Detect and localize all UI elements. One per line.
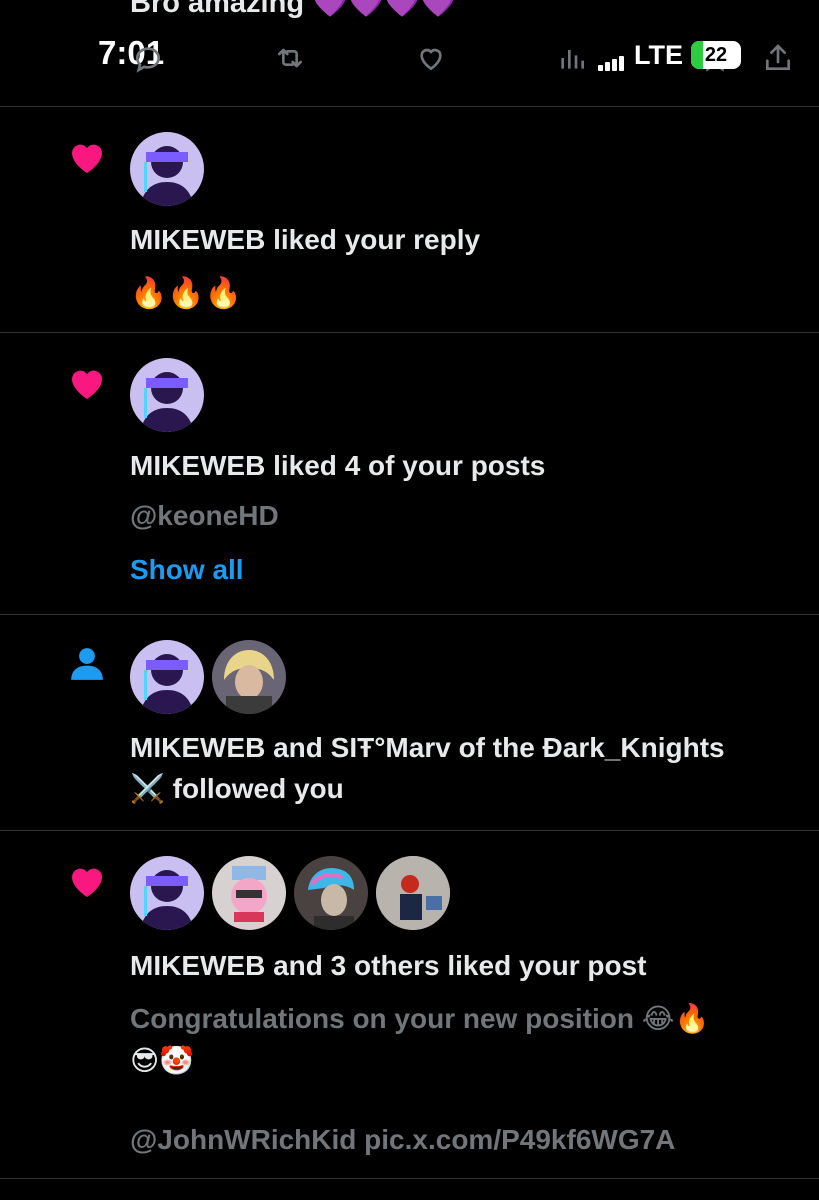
avatar[interactable] bbox=[376, 856, 450, 930]
signal-icon bbox=[598, 40, 626, 71]
status-indicators: LTE 22 bbox=[598, 38, 741, 72]
divider bbox=[0, 1178, 819, 1179]
avatar[interactable] bbox=[212, 640, 286, 714]
top-post-text: Bro amazing 💜💜💜💜 bbox=[130, 0, 457, 19]
network-label: LTE bbox=[634, 39, 683, 70]
avatar[interactable] bbox=[212, 856, 286, 930]
heart-icon bbox=[66, 138, 108, 183]
notification-headline: MIKEWEB and SIŦ°Marv of the Đark_Knights bbox=[130, 732, 725, 763]
views-icon[interactable] bbox=[556, 42, 588, 79]
notification-headline: MIKEWEB and 3 others liked your post bbox=[130, 950, 647, 981]
notification-headline-cont: ⚔️ followed you bbox=[130, 773, 344, 804]
notification-body-link[interactable]: @JohnWRichKid pic.x.com/P49kf6WG7A bbox=[130, 1124, 675, 1156]
reply-icon[interactable] bbox=[132, 42, 164, 79]
like-icon[interactable] bbox=[414, 42, 448, 79]
share-icon[interactable] bbox=[762, 42, 794, 79]
repost-icon[interactable] bbox=[272, 42, 308, 79]
heart-icon bbox=[66, 862, 108, 907]
notification-headline: MIKEWEB liked 4 of your posts bbox=[130, 450, 546, 481]
divider bbox=[0, 106, 819, 107]
divider bbox=[0, 614, 819, 615]
notification-body: 🔥🔥🔥 bbox=[130, 277, 243, 310]
notification-body-cont: 😎🤡 bbox=[130, 1045, 195, 1076]
notification-body: Congratulations on your new position 😂🔥 bbox=[130, 1003, 710, 1034]
show-all-link[interactable]: Show all bbox=[130, 554, 244, 586]
heart-icon bbox=[66, 364, 108, 409]
notification-handle: @keoneHD bbox=[130, 500, 279, 531]
avatar[interactable] bbox=[130, 358, 204, 432]
avatar[interactable] bbox=[130, 856, 204, 930]
avatar[interactable] bbox=[294, 856, 368, 930]
divider bbox=[0, 830, 819, 831]
notification-headline: MIKEWEB liked your reply bbox=[130, 224, 481, 255]
divider bbox=[0, 332, 819, 333]
avatar[interactable] bbox=[130, 640, 204, 714]
person-icon bbox=[68, 644, 106, 689]
battery-icon: 22 bbox=[691, 41, 741, 69]
avatar[interactable] bbox=[130, 132, 204, 206]
